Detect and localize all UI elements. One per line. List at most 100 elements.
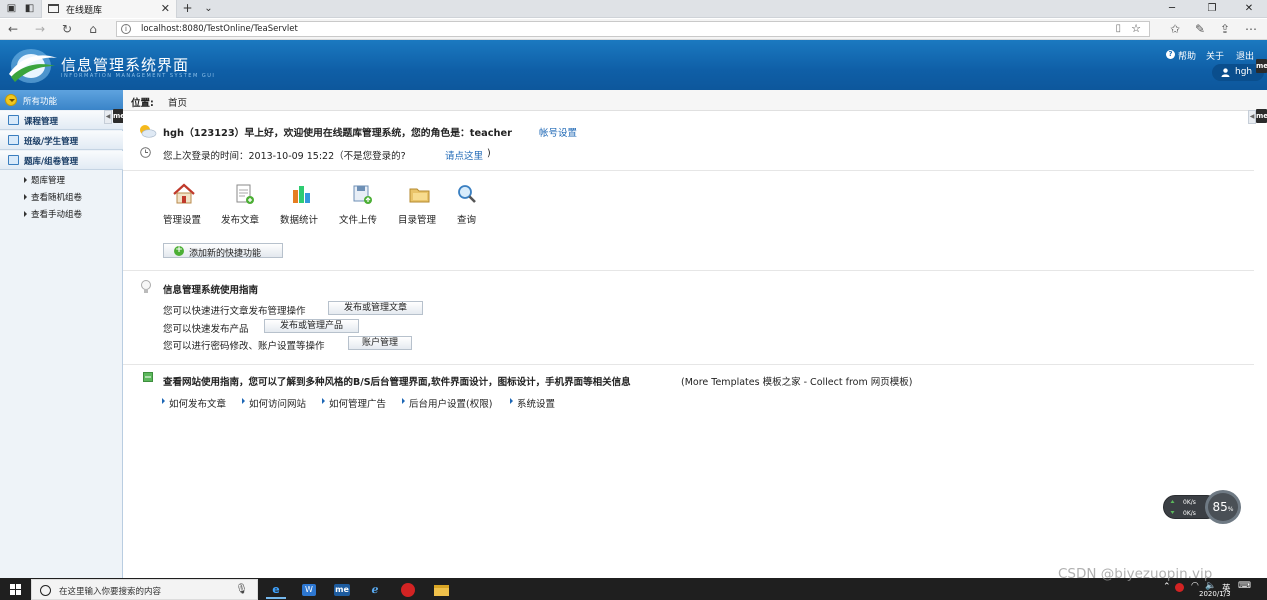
green-square-icon <box>143 372 153 382</box>
keyboard-icon[interactable]: ⌨ <box>1238 581 1251 591</box>
app-header: 信息管理系统界面 INFORMATION MANAGEMENT SYSTEM G… <box>0 40 1267 90</box>
manage-articles-button[interactable]: 发布或管理文章 <box>328 301 423 315</box>
me-app-icon[interactable]: me <box>329 580 355 599</box>
browser-tab[interactable]: 在线题库 ✕ <box>41 0 177 18</box>
quick-action-label[interactable]: 数据统计 <box>280 212 318 226</box>
sidebar-item-question-bank[interactable]: 题库/组卷管理 <box>0 151 123 170</box>
reading-view-icon[interactable]: ▯ <box>1115 23 1121 34</box>
tab-back-icon[interactable]: ◧ <box>24 3 35 14</box>
network-icon[interactable]: ◠ <box>1191 581 1199 591</box>
bar-chart-icon[interactable] <box>289 182 315 206</box>
add-shortcut-label: 添加新的快捷功能 <box>189 249 262 259</box>
file-explorer-icon[interactable] <box>428 580 454 599</box>
browser-titlebar: ▣ ◧ 在线题库 ✕ + ⌄ ─ ❐ ✕ <box>0 0 1267 18</box>
document-add-icon[interactable] <box>231 182 257 206</box>
watermark: CSDN @biyezuopin.vip <box>1058 566 1213 582</box>
last-login-text: 您上次登录的时间：2013-10-09 15:22（不是您登录的? <box>163 151 406 162</box>
sidebar-item-label: 班级/学生管理 <box>24 137 79 147</box>
more-icon[interactable]: ⋯ <box>1244 22 1258 36</box>
guide-row-text: 您可以快速进行文章发布管理操作 <box>163 306 306 317</box>
magnifier-icon[interactable] <box>454 182 480 206</box>
guide-link[interactable]: 系统设置 <box>517 396 555 410</box>
sidebar: 所有功能 课程管理 班级/学生管理 题库/组卷管理 题库管理 查看随机组卷 查看… <box>0 90 123 578</box>
back-icon[interactable]: ← <box>6 22 20 36</box>
guide-link[interactable]: 如何访问网站 <box>249 396 306 410</box>
new-tab-icon[interactable]: + <box>182 2 193 14</box>
close-tab-icon[interactable]: ✕ <box>161 2 170 15</box>
info-icon[interactable]: i <box>121 24 131 34</box>
lightbulb-icon <box>141 280 151 293</box>
tray-up-icon[interactable]: ⌃ <box>1163 582 1171 592</box>
bullet-icon <box>242 398 245 404</box>
chevron-down-icon[interactable]: ⌄ <box>203 3 214 14</box>
location-value[interactable]: 首页 <box>168 95 187 109</box>
forward-icon[interactable]: → <box>33 22 47 36</box>
bullet-icon <box>24 177 27 183</box>
collapse-sidebar-icon[interactable]: ◀ <box>104 110 112 124</box>
guide-row-text: 您可以快速发布产品 <box>163 324 249 335</box>
help-link[interactable]: 帮助 <box>1178 49 1196 62</box>
me-extension-icon[interactable]: me <box>1256 109 1267 123</box>
account-management-button[interactable]: 账户管理 <box>348 336 412 350</box>
course-icon <box>8 115 19 125</box>
tab-actions-icon[interactable]: ▣ <box>6 3 17 14</box>
manage-products-button[interactable]: 发布或管理产品 <box>264 319 359 333</box>
home-icon[interactable]: ⌂ <box>86 22 100 36</box>
memory-gauge: 85% <box>1205 490 1241 524</box>
exit-link[interactable]: 退出 <box>1236 49 1254 62</box>
favorite-star-icon[interactable]: ☆ <box>1131 22 1141 35</box>
download-speed: 0K/s <box>1183 510 1196 517</box>
taskbar-search-input[interactable]: 在这里输入你要搜索的内容 🎙 <box>31 579 258 600</box>
location-label: 位置: <box>131 98 154 109</box>
click-here-link[interactable]: 请点这里 <box>445 148 483 162</box>
quick-action-label[interactable]: 发布文章 <box>221 212 259 226</box>
restore-icon[interactable]: ❐ <box>1194 1 1230 17</box>
quick-action-label[interactable]: 目录管理 <box>398 212 436 226</box>
minimize-icon[interactable]: ─ <box>1154 1 1190 17</box>
add-shortcut-button[interactable]: + 添加新的快捷功能 <box>163 243 283 259</box>
favorites-icon[interactable]: ✩ <box>1168 22 1182 36</box>
browser-toolbar: ← → ↻ ⌂ i localhost:8080/TestOnline/TeaS… <box>0 19 1267 40</box>
help-icon[interactable]: ? <box>1166 50 1175 59</box>
refresh-icon[interactable]: ↻ <box>60 22 74 36</box>
sidebar-item-label: 题库/组卷管理 <box>24 157 79 167</box>
folder-icon[interactable] <box>407 182 433 206</box>
page-icon <box>48 4 59 13</box>
sidebar-subitem-manual-paper[interactable]: 查看手动组卷 <box>0 206 123 222</box>
address-bar[interactable]: i localhost:8080/TestOnline/TeaServlet ▯… <box>116 21 1150 37</box>
network-speed-widget[interactable]: 0K/s 0K/s 85% <box>1163 490 1245 525</box>
tray-app-icon[interactable] <box>1175 583 1184 592</box>
edge-app-icon[interactable]: e <box>263 580 289 599</box>
upload-icon[interactable] <box>349 182 375 206</box>
sidebar-item-class-student[interactable]: 班级/学生管理 <box>0 131 123 150</box>
quick-action-label[interactable]: 文件上传 <box>339 212 377 226</box>
guide-link[interactable]: 后台用户设置(权限) <box>409 396 492 410</box>
media-app-icon[interactable] <box>395 580 421 599</box>
upload-speed: 0K/s <box>1183 499 1196 506</box>
pen-icon[interactable]: ✎ <box>1193 22 1207 36</box>
expand-icon <box>5 94 17 106</box>
gauge-unit: % <box>1227 506 1234 513</box>
sidebar-subitem-question-bank[interactable]: 题库管理 <box>0 172 123 188</box>
close-window-icon[interactable]: ✕ <box>1231 1 1267 17</box>
collapse-right-icon[interactable]: ◀ <box>1248 110 1256 124</box>
guide-link[interactable]: 如何管理广告 <box>329 396 386 410</box>
vpn-app-icon[interactable]: W <box>296 580 322 599</box>
windows-start-icon[interactable] <box>10 584 21 595</box>
me-extension-icon[interactable]: me <box>1256 59 1267 73</box>
microphone-icon[interactable]: 🎙 <box>235 584 248 595</box>
house-icon[interactable] <box>171 182 197 206</box>
about-link[interactable]: 关于 <box>1206 49 1224 62</box>
gauge-value: 85 <box>1212 500 1228 514</box>
user-icon <box>1221 68 1230 77</box>
clock-date[interactable]: 2020/1/3 <box>1199 590 1230 598</box>
sidebar-item-label: 课程管理 <box>24 117 59 127</box>
quick-action-label[interactable]: 管理设置 <box>163 212 201 226</box>
ie-app-icon[interactable]: ℯ <box>362 580 388 599</box>
account-settings-link[interactable]: 帐号设置 <box>539 125 577 139</box>
guide-link[interactable]: 如何发布文章 <box>169 396 226 410</box>
share-icon[interactable]: ⇪ <box>1218 22 1232 36</box>
quick-action-label[interactable]: 查询 <box>457 212 476 226</box>
all-functions-header[interactable]: 所有功能 <box>0 90 123 110</box>
sidebar-subitem-random-paper[interactable]: 查看随机组卷 <box>0 189 123 205</box>
